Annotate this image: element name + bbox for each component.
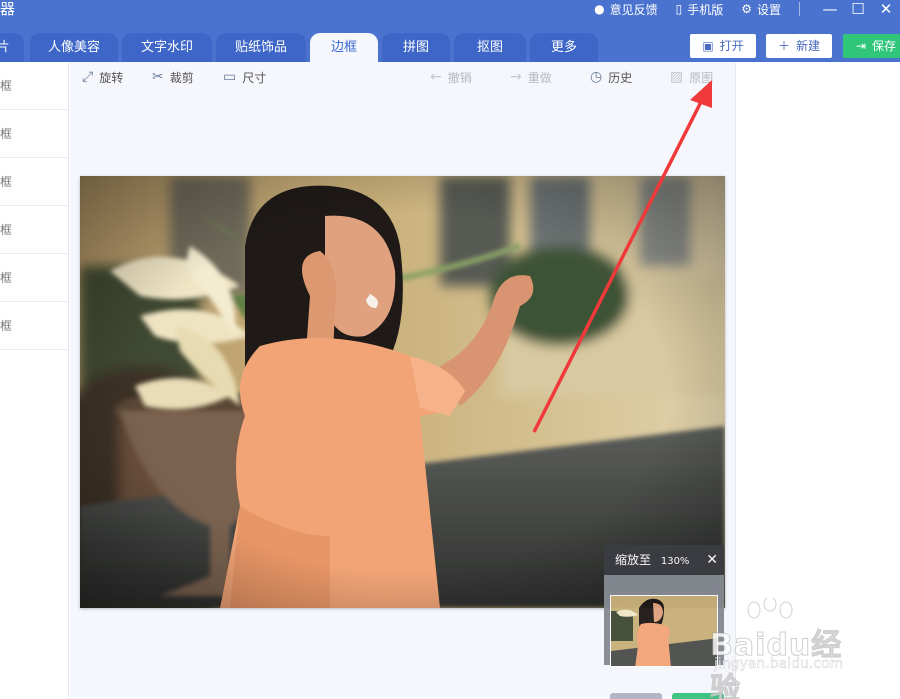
tab-stickers[interactable]: 贴纸饰品 [216, 33, 306, 62]
close-icon[interactable]: ✕ [706, 545, 718, 575]
sidebar-item[interactable]: 框 [0, 302, 69, 350]
bottom-secondary-button[interactable] [610, 693, 662, 699]
tab-label: 人像美容 [47, 40, 100, 55]
app-title: 器 [0, 0, 16, 18]
tab-label: 片 [0, 40, 10, 55]
sidebar-item[interactable]: 框 [0, 158, 69, 206]
size-label: 尺寸 [242, 70, 267, 85]
top-right-links: ● 意见反馈 ▯ 手机版 ⚙ 设置 — ☐ ✕ [594, 0, 900, 18]
undo-button[interactable]: ← 撤销 [430, 69, 472, 85]
tab-label: 边框 [330, 40, 357, 55]
tab-collage[interactable]: 拼图 [382, 33, 450, 62]
redo-label: 重做 [527, 70, 552, 85]
settings-label: 设置 [756, 2, 781, 17]
original-button[interactable]: ▨ 原图 [670, 69, 713, 85]
undo-label: 撤销 [447, 70, 472, 85]
border-category-sidebar: 框 框 框 框 框 框 [0, 62, 69, 699]
image-icon: ▣ [702, 39, 714, 53]
sidebar-item[interactable]: 框 [0, 254, 69, 302]
resize-icon: ▭ [223, 69, 237, 85]
feedback-link[interactable]: ● 意见反馈 [594, 1, 658, 18]
settings-link[interactable]: ⚙ 设置 [741, 1, 781, 18]
clock-icon: ◷ [590, 69, 603, 85]
new-button[interactable]: ＋ 新建 [766, 34, 832, 58]
arrow-left-icon: ← [430, 69, 442, 85]
gear-icon: ⚙ [741, 2, 752, 16]
phone-icon: ▯ [675, 2, 683, 16]
close-button[interactable]: ✕ [872, 0, 900, 18]
editor-canvas: ⤢ 旋转 ✂ 裁剪 ▭ 尺寸 ← 撤销 → 重做 ◷ 历史 ▨ 原图 缩放至 1… [70, 62, 735, 699]
rotate-icon: ⤢ [82, 69, 94, 85]
history-label: 历史 [608, 70, 633, 85]
rotate-label: 旋转 [99, 70, 124, 85]
sidebar-item[interactable]: 框 [0, 62, 69, 110]
tab-text-watermark[interactable]: 文字水印 [122, 33, 212, 62]
sidebar-item-label: 框 [0, 271, 13, 285]
zoom-header: 缩放至 130% ✕ [604, 545, 724, 575]
save-button[interactable]: ⇥ 保存 [843, 34, 900, 58]
new-label: 新建 [796, 39, 821, 53]
sidebar-item[interactable]: 框 [0, 206, 69, 254]
tab-label: 拼图 [402, 40, 429, 55]
open-button[interactable]: ▣ 打开 [690, 34, 756, 58]
watermark-url: jingyan.baidu.com [714, 656, 844, 672]
chat-bubble-icon: ● [594, 2, 605, 16]
save-label: 保存 [872, 39, 897, 53]
history-button[interactable]: ◷ 历史 [590, 69, 632, 85]
tab-portrait[interactable]: 人像美容 [30, 33, 118, 62]
zoom-value: 130% [660, 556, 690, 567]
maximize-button[interactable]: ☐ [844, 0, 872, 18]
tab-label: 贴纸饰品 [234, 40, 287, 55]
picture-icon: ▨ [670, 69, 684, 85]
mobile-label: 手机版 [687, 2, 724, 17]
tab-label: 文字水印 [140, 40, 193, 55]
tab-border[interactable]: 边框 [310, 33, 378, 62]
tab-label: 更多 [550, 40, 577, 55]
size-tool[interactable]: ▭ 尺寸 [223, 69, 266, 85]
arrow-right-icon: → [510, 69, 522, 85]
sidebar-item-label: 框 [0, 79, 13, 93]
plus-icon: ＋ [777, 39, 790, 53]
original-label: 原图 [689, 70, 714, 85]
minimize-button[interactable]: — [816, 0, 844, 18]
sidebar-item-label: 框 [0, 223, 13, 237]
scissors-icon: ✂ [152, 69, 164, 85]
window-separator [799, 2, 800, 16]
sidebar-item-label: 框 [0, 319, 13, 333]
tab-cutout[interactable]: 抠图 [454, 33, 526, 62]
sidebar-item-label: 框 [0, 175, 13, 189]
photo-illustration [80, 176, 725, 608]
mobile-link[interactable]: ▯ 手机版 [676, 1, 724, 18]
sidebar-item[interactable]: 框 [0, 110, 69, 158]
feedback-label: 意见反馈 [609, 2, 658, 17]
export-icon: ⇥ [855, 39, 867, 53]
rotate-tool[interactable]: ⤢ 旋转 [82, 69, 123, 85]
edited-photo[interactable] [80, 176, 725, 608]
crop-label: 裁剪 [169, 70, 194, 85]
tab-label: 抠图 [476, 40, 503, 55]
redo-button[interactable]: → 重做 [510, 69, 552, 85]
zoom-label: 缩放至 [615, 553, 652, 567]
open-label: 打开 [719, 39, 744, 53]
tab-more[interactable]: 更多 [530, 33, 598, 62]
tab-picture[interactable]: 片 [0, 33, 24, 62]
sidebar-item-label: 框 [0, 127, 13, 141]
baidu-watermark: Baidu经验 jingyan.baidu.com [692, 598, 862, 699]
crop-tool[interactable]: ✂ 裁剪 [152, 69, 194, 85]
title-bar: 器 ● 意见反馈 ▯ 手机版 ⚙ 设置 — ☐ ✕ 片 人像美容 文字水印 贴纸… [0, 0, 900, 62]
